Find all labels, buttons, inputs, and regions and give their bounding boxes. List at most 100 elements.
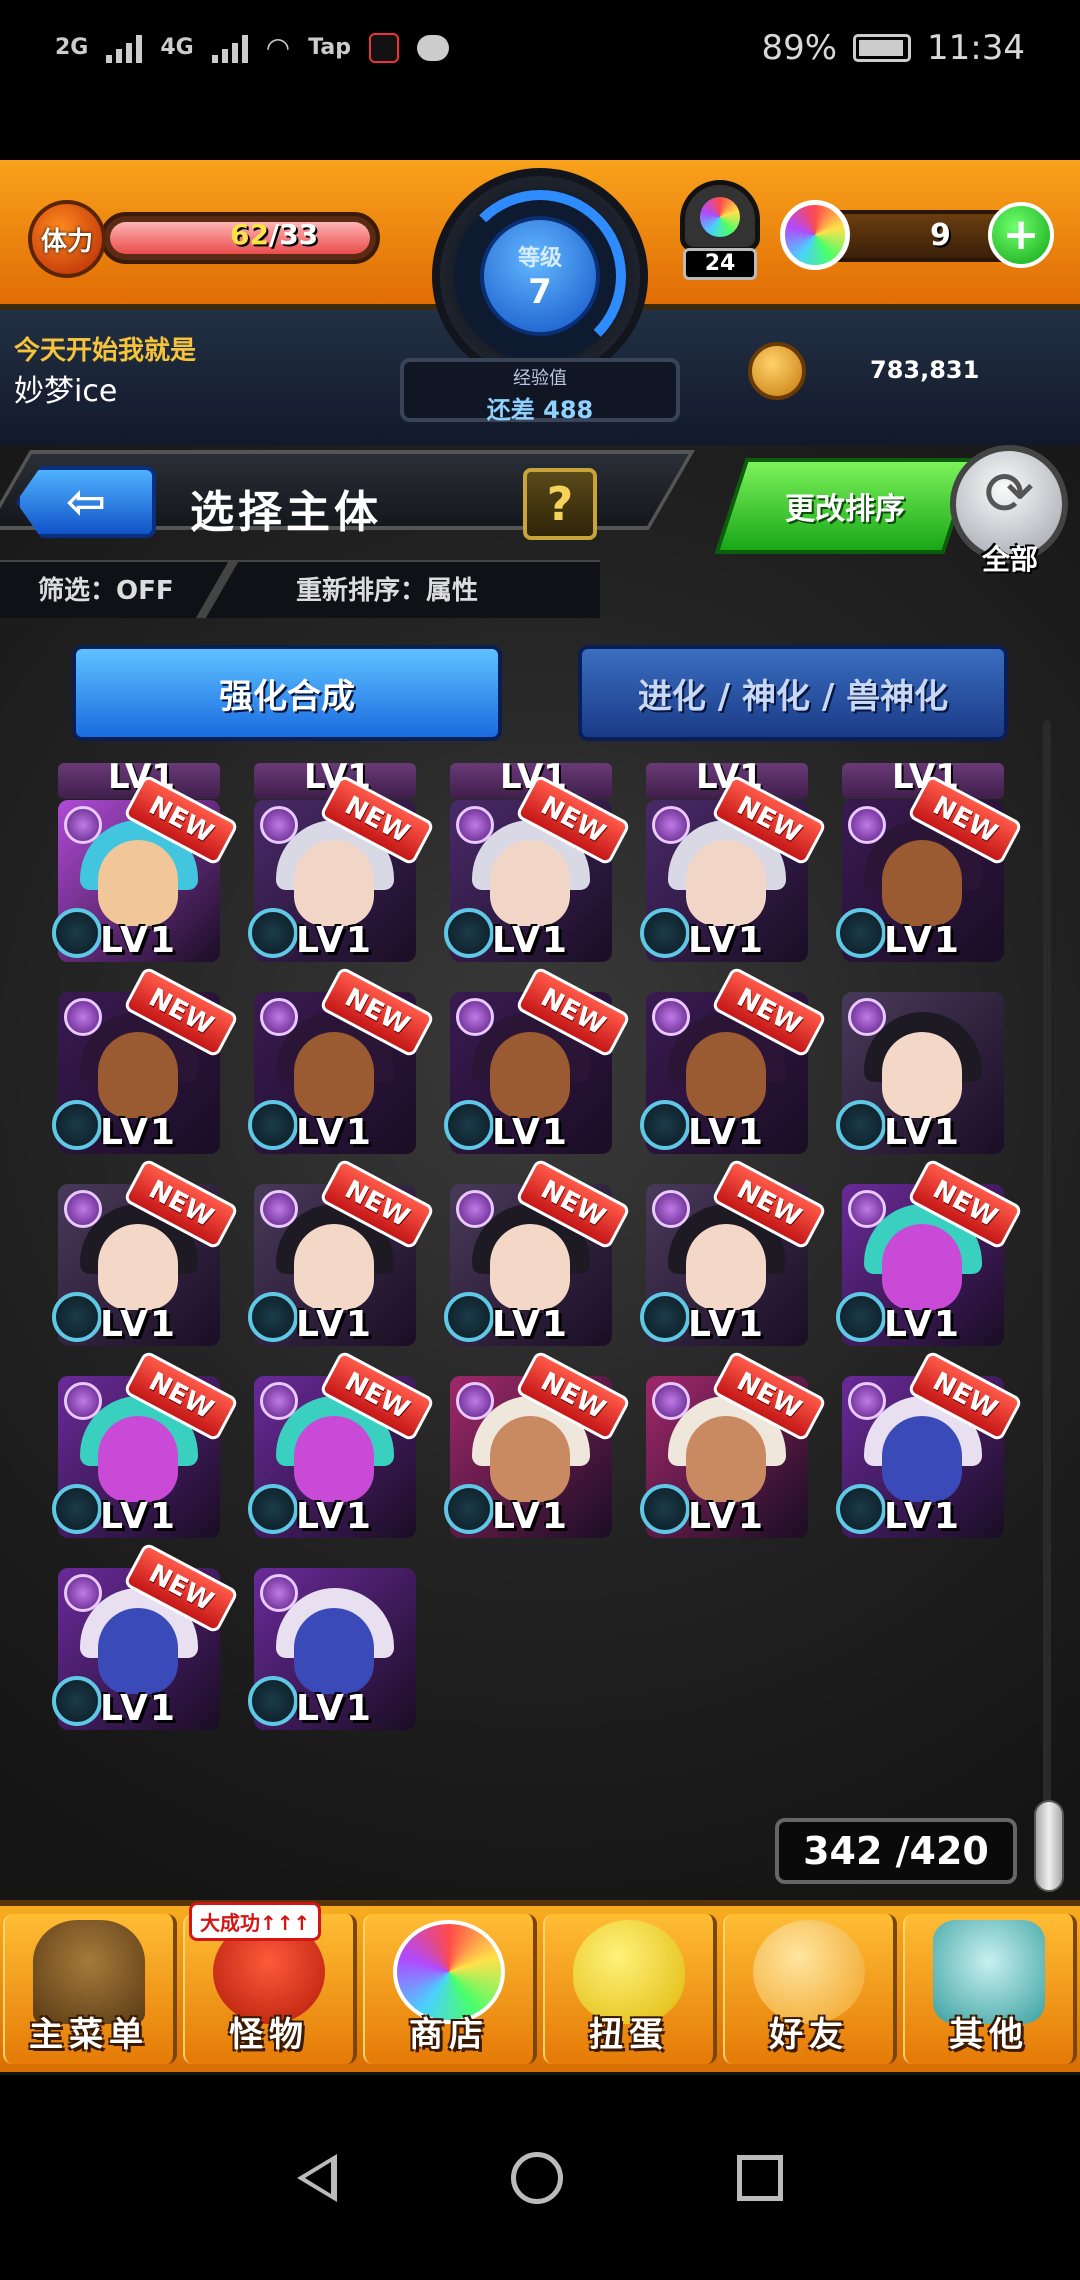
monster-card[interactable]: NEW LV1 xyxy=(836,1157,1024,1346)
monster-level: LV1 xyxy=(688,1304,765,1345)
luck-slot-icon xyxy=(836,1100,886,1150)
monster-card[interactable]: NEW LV1 xyxy=(444,773,632,962)
luck-slot-icon xyxy=(52,1676,102,1726)
coin-icon xyxy=(748,342,806,400)
page-title: 选择主体 xyxy=(190,487,382,538)
tap-icon: Tap xyxy=(308,35,351,60)
monster-level: LV1 xyxy=(884,1304,961,1345)
monster-card[interactable]: NEW LV1 xyxy=(444,965,632,1154)
monster-level: LV1 xyxy=(100,1304,177,1345)
monster-level: LV1 xyxy=(492,1304,569,1345)
tab-evolve[interactable]: 进化 / 神化 / 兽神化 xyxy=(578,645,1008,741)
luck-slot-icon xyxy=(640,908,690,958)
exp-label: 经验值 xyxy=(513,368,567,389)
nav-item-monster[interactable]: 怪物 大成功↑↑↑ xyxy=(183,1902,357,2064)
tab-strengthen[interactable]: 强化合成 xyxy=(72,645,502,741)
monster-level: LV1 xyxy=(492,1112,569,1153)
monster-card[interactable]: NEW LV1 xyxy=(52,965,240,1154)
monster-card[interactable]: NEW LV1 xyxy=(52,773,240,962)
monster-card[interactable]: NEW LV1 xyxy=(444,1157,632,1346)
dark-element-icon xyxy=(64,998,102,1036)
luck-slot-icon xyxy=(52,1484,102,1534)
monster-level: LV1 xyxy=(492,1496,569,1537)
stamina-text: 62/33 xyxy=(230,218,318,251)
nav-label: 好友 xyxy=(769,2015,849,2055)
dark-element-icon xyxy=(652,806,690,844)
monster-level: LV1 xyxy=(100,1112,177,1153)
monster-level: LV1 xyxy=(688,920,765,961)
nav-item-friends[interactable]: 好友 xyxy=(723,1914,897,2064)
luck-slot-icon xyxy=(444,1292,494,1342)
nav-item-orb[interactable]: 商店 xyxy=(363,1914,537,2064)
dark-element-icon xyxy=(652,1190,690,1228)
nav-label: 扭蛋 xyxy=(589,2015,669,2055)
battery-icon xyxy=(853,33,912,62)
sort-selector[interactable]: 重新排序：属性 xyxy=(296,570,478,607)
nav-item-question[interactable]: 其他 xyxy=(903,1914,1077,2064)
luck-slot-icon xyxy=(248,1484,298,1534)
back-icon[interactable] xyxy=(297,2153,337,2202)
refresh-icon: ⟳ xyxy=(983,459,1035,529)
monster-card[interactable]: NEW LV1 xyxy=(248,1157,436,1346)
monster-level: LV1 xyxy=(884,1496,961,1537)
monster-card[interactable]: NEW LV1 xyxy=(640,965,828,1154)
box-count: 342 /420 xyxy=(775,1818,1017,1884)
nav-label: 商店 xyxy=(409,2015,489,2055)
nav-item-gate[interactable]: 主菜单 xyxy=(3,1914,177,2064)
monster-card[interactable]: NEW LV1 xyxy=(640,1157,828,1346)
rank-gauge[interactable]: 等级 7 xyxy=(432,168,648,384)
monster-card[interactable]: LV1 xyxy=(248,1568,416,1730)
monster-card[interactable]: NEW LV1 xyxy=(52,1541,240,1730)
monster-level: LV1 xyxy=(296,1304,373,1345)
rank-orb: 等级 7 xyxy=(480,216,600,336)
monster-level: LV1 xyxy=(884,920,961,961)
monster-card[interactable]: NEW LV1 xyxy=(248,773,436,962)
dark-element-icon xyxy=(64,1574,102,1612)
orb-count: 9 xyxy=(930,218,951,253)
gem-flask-counter[interactable]: 24 xyxy=(675,180,765,280)
dark-element-icon xyxy=(652,1382,690,1420)
change-sort-button[interactable]: 更改排序 xyxy=(714,458,976,554)
monster-card[interactable]: NEW LV1 xyxy=(836,1349,1024,1538)
luck-slot-icon xyxy=(248,1676,298,1726)
monster-card[interactable]: NEW LV1 xyxy=(248,1349,436,1538)
add-orb-button[interactable]: + xyxy=(988,202,1054,268)
nav-label: 主菜单 xyxy=(29,2015,149,2055)
monster-card[interactable]: NEW LV1 xyxy=(52,1349,240,1538)
scroll-track[interactable] xyxy=(1043,720,1051,1880)
monster-card[interactable]: NEW LV1 xyxy=(640,773,828,962)
monster-card[interactable]: LV1 xyxy=(836,992,1004,1154)
monster-card[interactable]: NEW LV1 xyxy=(444,1349,632,1538)
rainbow-orb-icon xyxy=(780,200,850,270)
dark-element-icon xyxy=(848,1382,886,1420)
monster-card[interactable]: NEW LV1 xyxy=(836,773,1024,962)
luck-slot-icon xyxy=(248,1100,298,1150)
home-icon[interactable] xyxy=(511,2151,563,2204)
dark-element-icon xyxy=(260,1574,298,1612)
dark-element-icon xyxy=(260,1382,298,1420)
dark-element-icon xyxy=(652,998,690,1036)
bottom-nav: 主菜单 怪物 大成功↑↑↑ 商店 扭蛋 好友 其他 xyxy=(0,1900,1080,2072)
dark-element-icon xyxy=(64,1382,102,1420)
luck-slot-icon xyxy=(836,1484,886,1534)
monster-card[interactable]: NEW LV1 xyxy=(248,965,436,1154)
signal-icon xyxy=(211,33,248,63)
user-name: 妙梦ice xyxy=(14,374,118,409)
help-button[interactable]: ? xyxy=(523,468,597,540)
recent-apps-icon[interactable] xyxy=(737,2154,783,2201)
dark-element-icon xyxy=(260,806,298,844)
battery-text: 89% xyxy=(761,27,838,68)
user-tagline: 今天开始我就是 xyxy=(14,336,197,366)
monster-card[interactable]: NEW LV1 xyxy=(640,1349,828,1538)
dark-element-icon xyxy=(64,1190,102,1228)
message-icon xyxy=(416,34,449,61)
dark-element-icon xyxy=(848,1190,886,1228)
nav-item-egg[interactable]: 扭蛋 xyxy=(543,1914,717,2064)
scroll-thumb[interactable] xyxy=(1034,1800,1064,1892)
luck-slot-icon xyxy=(248,908,298,958)
back-button[interactable]: ⇦ xyxy=(16,466,156,538)
filter-toggle[interactable]: 筛选：OFF xyxy=(38,570,174,607)
monster-level: LV1 xyxy=(100,920,177,961)
monster-card[interactable]: NEW LV1 xyxy=(52,1157,240,1346)
monster-level: LV1 xyxy=(296,1688,373,1729)
